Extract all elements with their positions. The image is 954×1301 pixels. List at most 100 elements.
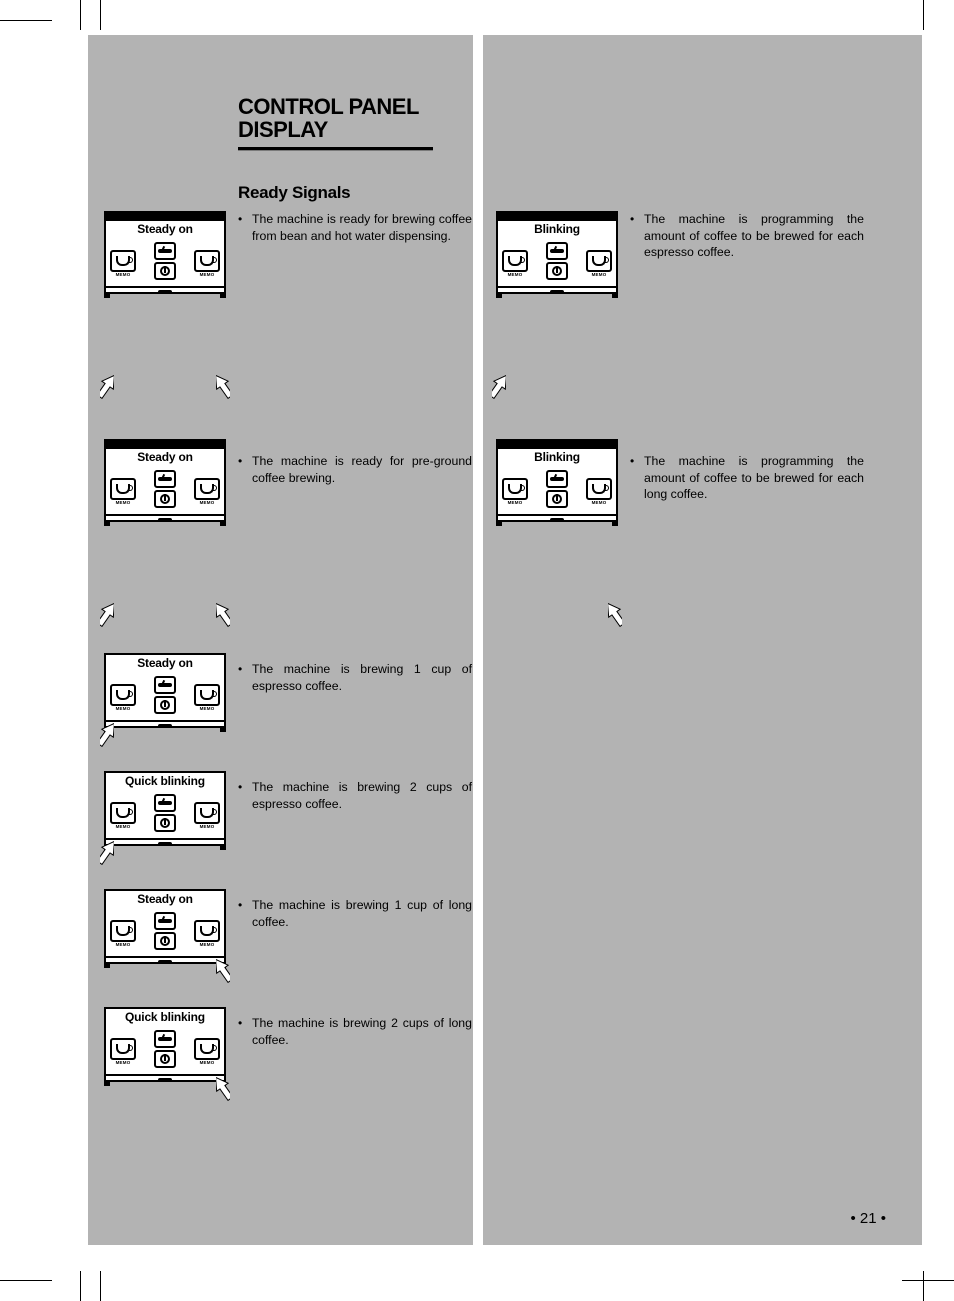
- cup-icon: [200, 926, 214, 936]
- memo-label: MEMO: [200, 500, 215, 505]
- bullet-dot-icon: •: [238, 211, 242, 227]
- drip-tray: [104, 288, 226, 294]
- knob-icon: [158, 916, 172, 926]
- memo-label: MEMO: [200, 824, 215, 829]
- cup-icon: [508, 256, 522, 266]
- arrow-indicator-icon: [216, 1075, 230, 1101]
- power-icon: [552, 494, 562, 504]
- bullet-dot-icon: •: [238, 453, 242, 469]
- button-panel: Quick blinking MEMO MEMO: [104, 1007, 226, 1086]
- memo-label: MEMO: [592, 500, 607, 505]
- title-line-2: DISPLAY: [238, 117, 328, 142]
- feet: [496, 522, 618, 526]
- drip-tray: [104, 1076, 226, 1082]
- page-number: • 21 •: [850, 1210, 886, 1227]
- power-button: [154, 1050, 176, 1068]
- bullet-4-text: The machine is brewing 2 cups of espress…: [252, 779, 472, 812]
- knob-icon: [550, 474, 564, 484]
- arrow-indicator-icon: [100, 839, 114, 865]
- cup-icon: [200, 690, 214, 700]
- bullet-6: • The machine is brewing 2 cups of long …: [252, 1015, 472, 1048]
- espresso-cup-button: MEMO: [110, 802, 136, 824]
- espresso-cup-button: MEMO: [110, 1038, 136, 1060]
- status-label: Steady on: [104, 889, 226, 908]
- power-icon: [160, 266, 170, 276]
- arrow-indicator-icon: [492, 373, 506, 399]
- bullet-5: • The machine is brewing 1 cup of long c…: [252, 897, 472, 930]
- bullet-2-text: The machine is ready for pre-ground coff…: [252, 453, 472, 486]
- bullet-dot-icon: •: [630, 453, 634, 469]
- crop-mark: [100, 1271, 101, 1301]
- power-button: [154, 262, 176, 280]
- drip-tray: [104, 722, 226, 728]
- memo-label: MEMO: [116, 272, 131, 277]
- button-panel: Steady on MEMO MEMO: [104, 889, 226, 968]
- button-row: MEMO MEMO: [496, 466, 618, 516]
- long-cup-button: MEMO: [194, 250, 220, 272]
- power-icon: [160, 494, 170, 504]
- button-row: MEMO MEMO: [496, 238, 618, 288]
- espresso-cup-button: MEMO: [502, 478, 528, 500]
- feet: [104, 294, 226, 298]
- bullet-7-text: The machine is programming the amount of…: [644, 211, 864, 261]
- memo-label: MEMO: [116, 1060, 131, 1065]
- button-panel: Steady on MEMO MEMO: [104, 653, 226, 732]
- drip-tray: [104, 958, 226, 964]
- button-row: MEMO MEMO: [104, 672, 226, 722]
- drip-tray: [104, 840, 226, 846]
- bullet-7: • The machine is programming the amount …: [644, 211, 864, 261]
- button-panel: Quick blinking MEMO MEMO: [104, 771, 226, 850]
- section-heading: Ready Signals: [238, 183, 350, 203]
- strength-knob-button: [546, 470, 568, 488]
- drip-tray: [496, 288, 618, 294]
- bullet-dot-icon: •: [630, 211, 634, 227]
- arrow-indicator-icon: [216, 373, 230, 399]
- power-button: [154, 814, 176, 832]
- crop-mark: [902, 1280, 954, 1281]
- power-icon: [160, 700, 170, 710]
- bullet-1-text: The machine is ready for brewing coffee …: [252, 211, 472, 244]
- memo-label: MEMO: [116, 824, 131, 829]
- cup-icon: [200, 256, 214, 266]
- knob-icon: [158, 680, 172, 690]
- bullet-1: • The machine is ready for brewing coffe…: [252, 211, 472, 244]
- bullet-3-text: The machine is brewing 1 cup of espresso…: [252, 661, 472, 694]
- long-cup-button: MEMO: [194, 1038, 220, 1060]
- crop-mark: [923, 0, 924, 30]
- bullet-3: • The machine is brewing 1 cup of espres…: [252, 661, 472, 694]
- power-icon: [160, 818, 170, 828]
- cup-icon: [592, 484, 606, 494]
- crop-mark: [0, 20, 52, 21]
- memo-label: MEMO: [592, 272, 607, 277]
- page-title-block: CONTROL PANEL DISPLAY: [238, 95, 448, 151]
- crop-mark: [923, 1271, 924, 1301]
- bullet-4: • The machine is brewing 2 cups of espre…: [252, 779, 472, 812]
- strength-knob-button: [154, 242, 176, 260]
- status-label: Steady on: [104, 653, 226, 672]
- cup-icon: [116, 926, 130, 936]
- page-title: CONTROL PANEL DISPLAY: [238, 95, 448, 141]
- bullet-5-text: The machine is brewing 1 cup of long cof…: [252, 897, 472, 930]
- drip-tray: [104, 516, 226, 522]
- power-button: [154, 490, 176, 508]
- long-cup-button: MEMO: [194, 802, 220, 824]
- button-panel: Steady on MEMO MEMO: [104, 447, 226, 526]
- power-button: [154, 932, 176, 950]
- title-line-1: CONTROL PANEL: [238, 94, 419, 119]
- feet: [104, 964, 226, 968]
- bullet-dot-icon: •: [238, 779, 242, 795]
- espresso-cup-button: MEMO: [110, 920, 136, 942]
- crop-mark: [100, 0, 101, 30]
- arrow-indicator-icon: [100, 601, 114, 627]
- cup-icon: [116, 256, 130, 266]
- long-cup-button: MEMO: [586, 250, 612, 272]
- feet: [496, 294, 618, 298]
- button-row: MEMO MEMO: [104, 908, 226, 958]
- page-background: CONTROL PANEL DISPLAY Ready Signals • Th…: [88, 35, 922, 1245]
- knob-icon: [158, 246, 172, 256]
- cup-icon: [116, 484, 130, 494]
- memo-label: MEMO: [200, 272, 215, 277]
- feet: [104, 846, 226, 850]
- knob-icon: [158, 1034, 172, 1044]
- crop-mark: [80, 1271, 81, 1301]
